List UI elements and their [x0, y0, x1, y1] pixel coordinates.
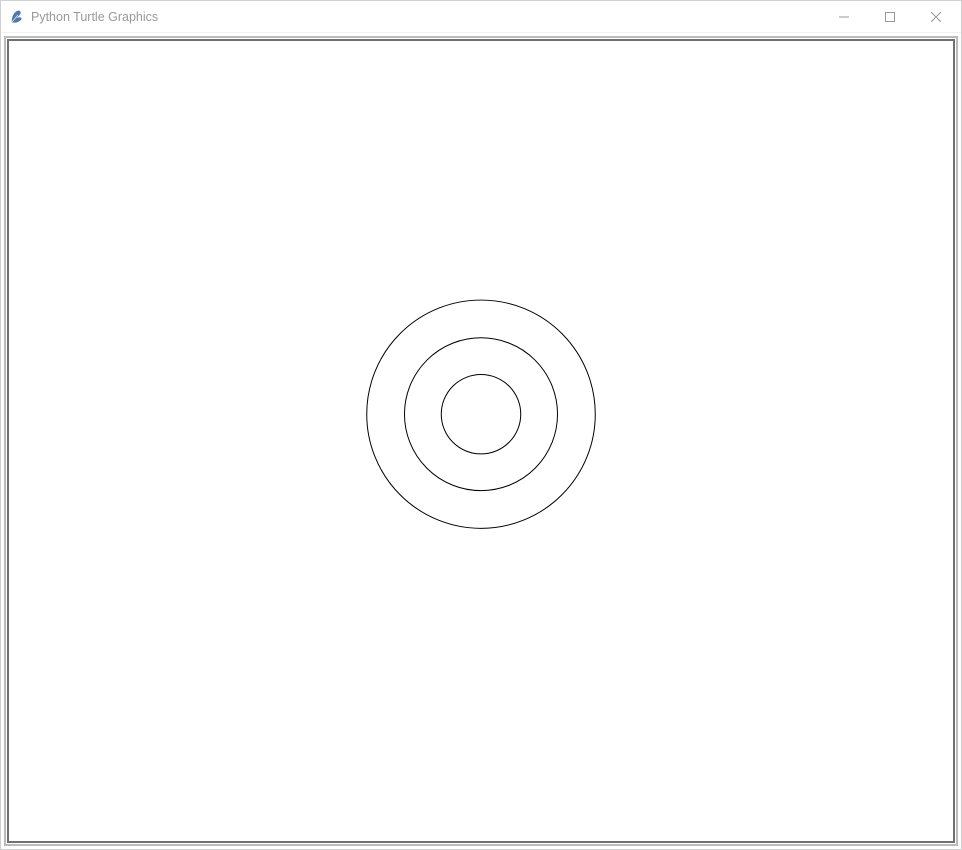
maximize-button[interactable] — [867, 1, 913, 32]
minimize-icon — [839, 12, 849, 22]
turtle-circle — [404, 338, 557, 491]
window-controls — [821, 1, 959, 32]
titlebar: Python Turtle Graphics — [1, 1, 961, 33]
close-button[interactable] — [913, 1, 959, 32]
turtle-circle — [367, 300, 596, 528]
maximize-icon — [885, 12, 895, 22]
turtle-canvas-area — [12, 44, 950, 838]
canvas-frame — [4, 36, 958, 846]
window-title: Python Turtle Graphics — [31, 10, 821, 24]
feather-icon — [9, 9, 25, 25]
canvas-inner-frame — [6, 38, 956, 844]
turtle-canvas — [12, 44, 950, 838]
close-icon — [931, 12, 941, 22]
turtle-circle — [441, 375, 520, 454]
minimize-button[interactable] — [821, 1, 867, 32]
